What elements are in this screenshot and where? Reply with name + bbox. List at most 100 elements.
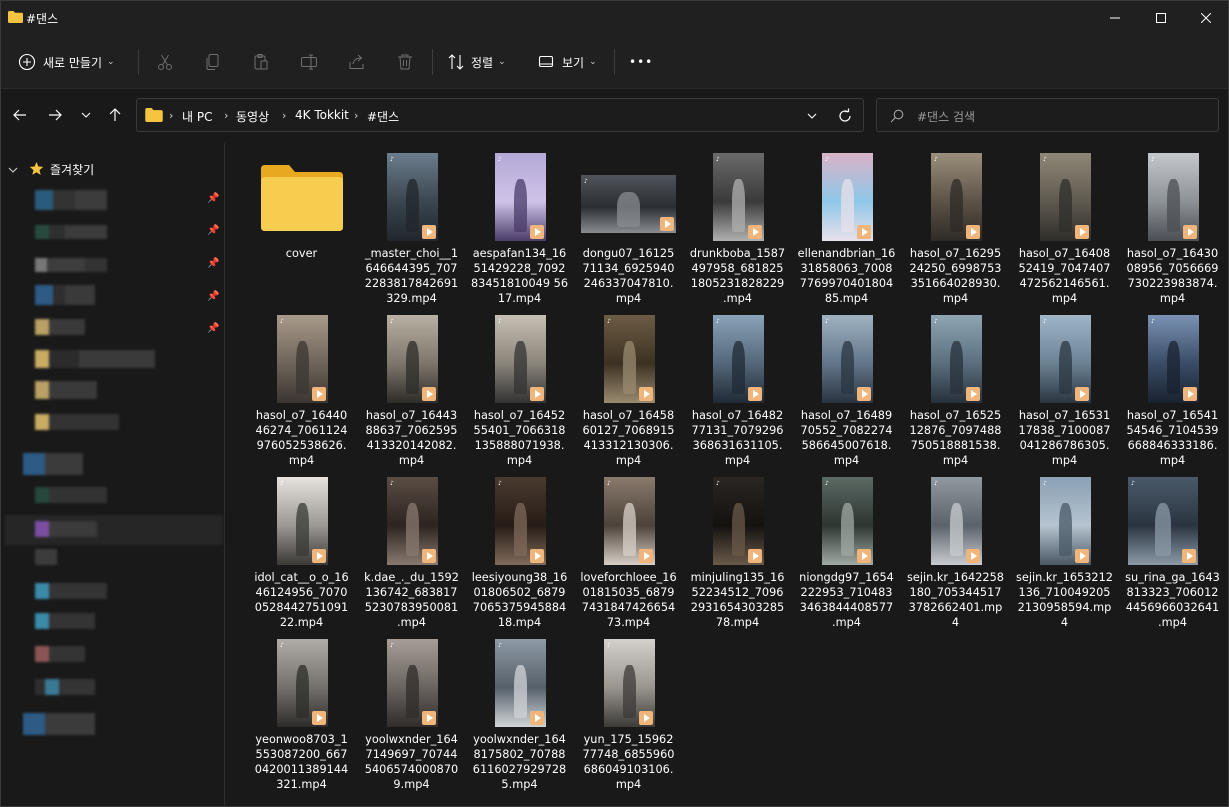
sidebar-item-obscured[interactable] [35, 487, 107, 503]
video-file-item[interactable]: ♪ _master_choi__1 646644395_707 228381784… [357, 143, 466, 305]
rename-icon [301, 54, 317, 70]
file-name: yoolwxnder_164 8175802_70788 61160279297… [472, 733, 567, 791]
sidebar-item-obscured[interactable] [35, 646, 85, 662]
video-thumbnail: ♪ [713, 477, 764, 565]
cut-button[interactable] [156, 35, 174, 89]
sidebar-item-obscured[interactable] [35, 350, 155, 368]
sidebar-item-obscured[interactable] [23, 453, 83, 475]
sidebar-item-obscured[interactable] [23, 713, 95, 735]
thumbnail-figure [950, 341, 963, 395]
video-file-item[interactable]: ♪ drunkboba_1587 497958_681825 1805231828… [683, 143, 792, 305]
sidebar-item-obscured[interactable] [35, 225, 107, 239]
sidebar-item-obscured[interactable] [35, 679, 95, 695]
video-file-item[interactable]: ♪ loveforchloee_16 01815035_6879 74318474… [574, 467, 683, 629]
thumbnail-figure [514, 341, 527, 395]
sidebar-item-obscured[interactable] [35, 521, 97, 537]
video-file-item[interactable]: ♪ hasol_o7_16440 46274_7061124 9760525386… [247, 305, 356, 467]
video-file-item[interactable]: ♪ ellenandbrian_16 31858063_7008 77699704… [792, 143, 901, 305]
video-file-item[interactable]: ♪ sejin.kr_1642258 180_705344517 37826624… [901, 467, 1010, 629]
video-file-item[interactable]: ♪ minjuling135_16 52234512_7096 293165430… [683, 467, 792, 629]
more-options-button[interactable]: ••• [629, 35, 653, 89]
search-box[interactable]: #댄스 검색 [876, 98, 1219, 132]
thumbnail-figure [841, 179, 854, 233]
chevron-down-icon[interactable] [807, 111, 817, 121]
view-button[interactable]: 보기 ⌄ [538, 35, 597, 89]
refresh-icon[interactable] [837, 108, 853, 124]
video-file-item[interactable]: ♪ dongu07_16125 71134_6925940 24633704781… [574, 143, 683, 305]
sidebar-item-obscured[interactable] [35, 613, 95, 629]
video-file-item[interactable]: ♪ yun_175_15962 77748_6855960 68604910310… [574, 629, 683, 791]
video-file-item[interactable]: ♪ yoolwxnder_164 8175802_70788 6116027929… [465, 629, 574, 791]
sidebar-item-obscured[interactable] [35, 583, 107, 599]
video-file-item[interactable]: ♪ k.dae_._du_1592 136742_683817 523078395… [357, 467, 466, 629]
close-button[interactable] [1182, 1, 1228, 35]
sidebar-item-favorites[interactable]: 즐겨찾기 [1, 159, 225, 179]
tiktok-watermark-icon: ♪ [716, 480, 720, 487]
new-button[interactable]: 새로 만들기 ⌄ [18, 35, 115, 89]
sidebar-item-obscured[interactable] [35, 319, 85, 335]
breadcrumb-videos[interactable]: 동영상 [236, 108, 269, 125]
video-file-item[interactable]: ♪ hasol_o7_16531 17838_7100087 0412867863… [1010, 305, 1119, 467]
thumbnail-figure [1167, 179, 1180, 233]
forward-button[interactable] [42, 102, 68, 128]
tiktok-watermark-icon: ♪ [584, 178, 588, 185]
thumbnail-figure [1059, 503, 1072, 557]
video-file-item[interactable]: ♪ leesiyoung38_16 01806502_6879 706537594… [465, 467, 574, 629]
copy-button[interactable] [204, 35, 222, 89]
video-file-item[interactable]: ♪ hasol_o7_16408 52419_7047407 4725621465… [1010, 143, 1119, 305]
address-bar[interactable]: › 내 PC › 동영상 › 4K Tokkit › #댄스 [136, 98, 864, 132]
file-name: hasol_o7_16295 24250_6998753 35166402893… [909, 247, 1002, 305]
folder-item[interactable]: cover [247, 143, 356, 305]
video-play-badge-icon [530, 549, 544, 563]
sidebar-item-obscured[interactable] [35, 258, 107, 272]
rename-button[interactable] [300, 35, 318, 89]
video-play-badge-icon [639, 387, 653, 401]
maximize-button[interactable] [1137, 1, 1185, 35]
plus-circle-icon [18, 53, 36, 71]
close-icon [1201, 13, 1211, 23]
sidebar-item-obscured[interactable] [35, 190, 107, 210]
video-thumbnail: ♪ [604, 639, 655, 727]
video-file-item[interactable]: ♪ hasol_o7_16458 60127_7068915 4133121303… [574, 305, 683, 467]
video-file-item[interactable]: ♪ hasol_o7_16295 24250_6998753 3516640289… [901, 143, 1010, 305]
paste-icon [254, 54, 268, 70]
video-file-item[interactable]: ♪ hasol_o7_16489 70552_7082274 5866450076… [792, 305, 901, 467]
video-file-item[interactable]: ♪ niongdg97_1654 222953_710483 3463844408… [792, 467, 901, 629]
minimize-button[interactable] [1091, 1, 1139, 35]
up-button[interactable] [102, 102, 128, 128]
recent-locations-button[interactable] [73, 102, 99, 128]
video-thumbnail: ♪ [931, 477, 982, 565]
video-file-item[interactable]: ♪ yeonwoo8703_1 553087200_667 04200113891… [247, 629, 356, 791]
video-file-item[interactable]: ♪ yoolwxnder_164 7149697_70744 5406574000… [357, 629, 466, 791]
thumbnail-figure [514, 503, 527, 557]
delete-button[interactable] [396, 35, 414, 89]
breadcrumb-this-pc[interactable]: 내 PC [182, 108, 212, 125]
thumbnail-figure [841, 503, 854, 557]
video-file-item[interactable]: ♪ hasol_o7_16541 54546_7104539 6688463331… [1118, 305, 1227, 467]
sidebar-item-obscured[interactable] [35, 549, 57, 565]
paste-button[interactable] [252, 35, 270, 89]
video-play-badge-icon [966, 549, 980, 563]
video-file-item[interactable]: ♪ hasol_o7_16443 88637_7062595 4133201420… [357, 305, 466, 467]
thumbnail-figure [732, 179, 745, 233]
sidebar-item-obscured[interactable] [35, 414, 119, 430]
sidebar-item-obscured[interactable] [35, 285, 95, 305]
video-file-item[interactable]: ♪ su_rina_ga_1643 813323_706012 445696603… [1118, 467, 1227, 629]
video-file-item[interactable]: ♪ hasol_o7_16430 08956_7056669 7302239838… [1118, 143, 1227, 305]
video-file-item[interactable]: ♪ hasol_o7_16452 55401_7066318 1358880719… [465, 305, 574, 467]
video-file-item[interactable]: ♪ aespafan134_16 51429228_7092 8345181004… [465, 143, 574, 305]
sort-button[interactable]: 정렬 ⌄ [447, 35, 506, 89]
breadcrumb-current-folder[interactable]: #댄스 [367, 108, 399, 125]
share-button[interactable] [348, 35, 366, 89]
video-thumbnail: ♪ [1128, 477, 1198, 565]
video-file-item[interactable]: ♪ hasol_o7_16525 12876_7097488 7505188815… [901, 305, 1010, 467]
back-button[interactable] [7, 102, 33, 128]
video-file-item[interactable]: ♪ hasol_o7_16482 77131_7079296 3686316311… [683, 305, 792, 467]
breadcrumb-4k-tokkit[interactable]: 4K Tokkit [295, 108, 349, 122]
video-play-badge-icon [1075, 387, 1089, 401]
video-file-item[interactable]: ♪ sejin.kr_1653212 136_710049205 21309585… [1010, 467, 1119, 629]
video-thumbnail: ♪ [1148, 315, 1199, 403]
thumbnail-figure [623, 665, 636, 719]
video-file-item[interactable]: ♪ idol_cat__o_o_16 46124956_7070 05284427… [247, 467, 356, 629]
sidebar-item-obscured[interactable] [35, 381, 97, 399]
